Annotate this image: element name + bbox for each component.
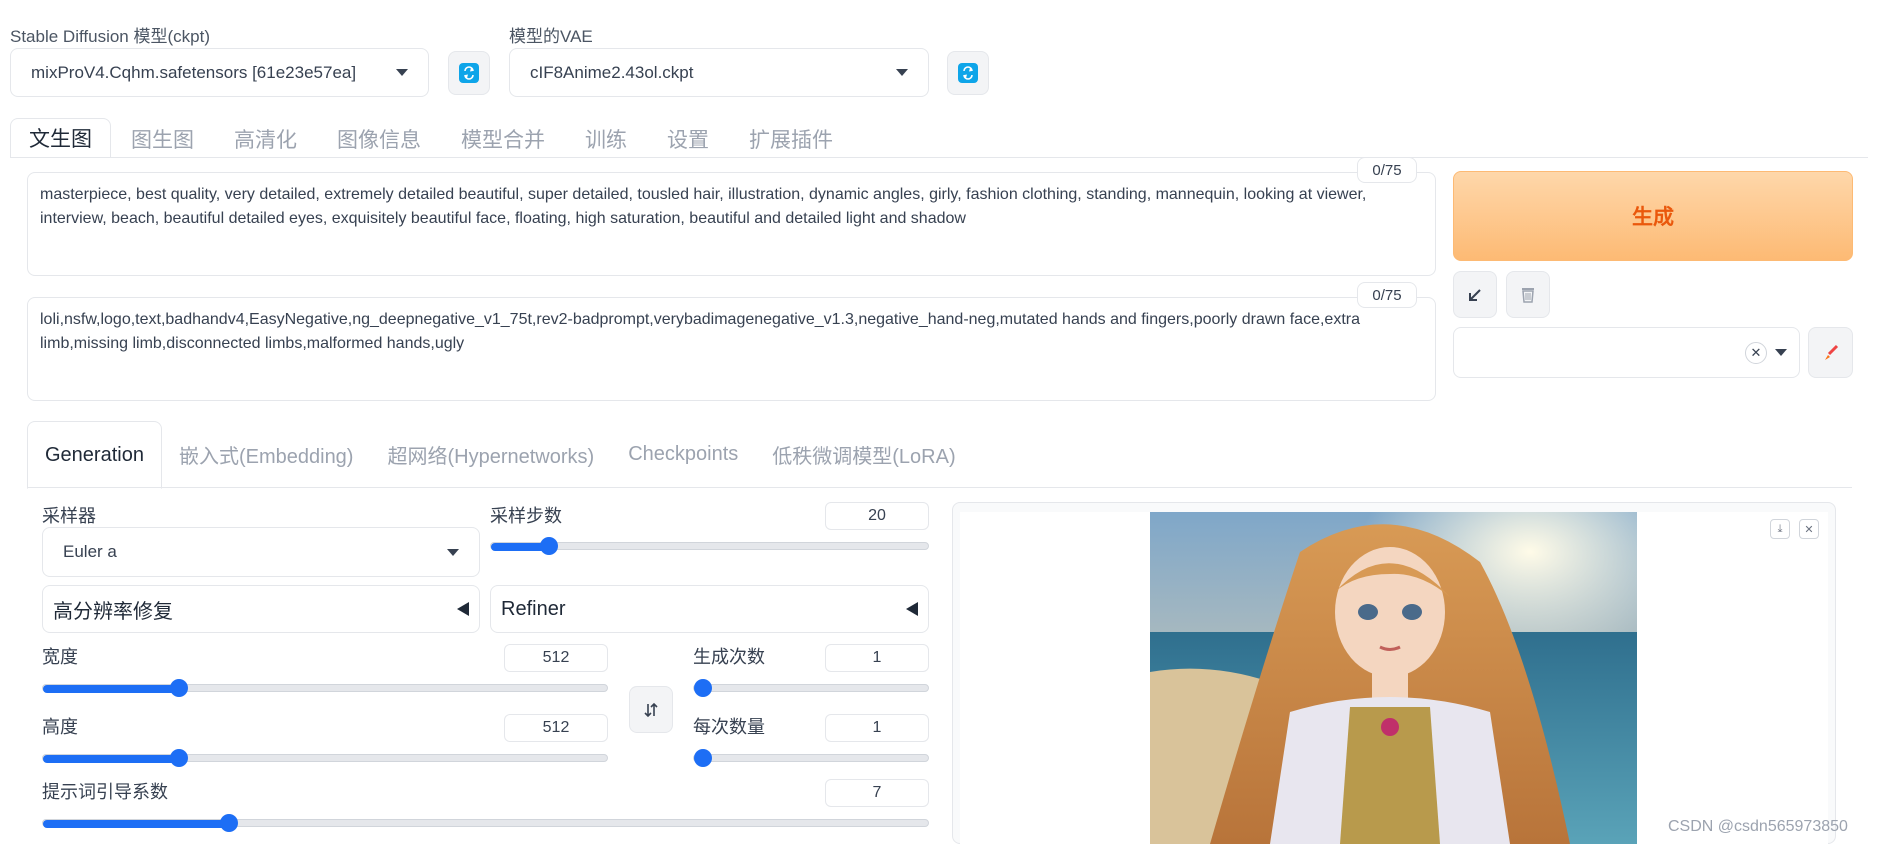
ckpt-dropdown[interactable]: mixProV4.Cqhm.safetensors [61e23e57ea] bbox=[10, 48, 429, 97]
generated-image-art bbox=[1150, 512, 1637, 844]
generate-button[interactable]: 生成 bbox=[1453, 171, 1853, 261]
vae-dropdown[interactable]: cIF8Anime2.43ol.ckpt bbox=[509, 48, 929, 97]
vae-refresh-button[interactable] bbox=[947, 51, 989, 95]
tab-train[interactable]: 训练 bbox=[565, 120, 647, 158]
slider-thumb[interactable] bbox=[169, 749, 188, 767]
chevron-down-icon bbox=[396, 69, 408, 76]
refiner-label: Refiner bbox=[501, 597, 566, 620]
ckpt-value: mixProV4.Cqhm.safetensors [61e23e57ea] bbox=[31, 62, 357, 82]
refresh-icon bbox=[958, 63, 978, 83]
width-slider[interactable] bbox=[42, 679, 608, 697]
tab-merge[interactable]: 模型合并 bbox=[441, 120, 565, 158]
brush-icon bbox=[1824, 344, 1838, 360]
steps-label: 采样步数 bbox=[490, 506, 562, 526]
batch-size-label: 每次数量 bbox=[693, 717, 765, 737]
download-icon[interactable]: ⤓ bbox=[1770, 519, 1790, 539]
hires-fix-label: 高分辨率修复 bbox=[53, 600, 173, 623]
refiner-accordion[interactable]: Refiner bbox=[490, 585, 929, 633]
sampler-value: Euler a bbox=[63, 542, 117, 561]
slider-fill bbox=[43, 820, 230, 828]
chevron-down-icon bbox=[896, 69, 908, 76]
swap-icon bbox=[644, 702, 658, 717]
chevron-down-icon bbox=[447, 548, 459, 556]
tab-generation[interactable]: Generation bbox=[27, 421, 162, 489]
batch-size-slider[interactable] bbox=[693, 749, 929, 767]
slider-fill bbox=[43, 755, 179, 763]
refresh-icon bbox=[459, 63, 479, 83]
prompt-textarea[interactable]: masterpiece, best quality, very detailed… bbox=[27, 172, 1436, 276]
slider-thumb[interactable] bbox=[694, 679, 712, 697]
chevron-down-icon bbox=[1775, 349, 1787, 356]
sampler-dropdown[interactable]: Euler a bbox=[42, 527, 480, 577]
cfg-slider[interactable] bbox=[42, 814, 929, 832]
steps-input[interactable]: 20 bbox=[825, 502, 929, 530]
batch-count-label: 生成次数 bbox=[693, 647, 765, 667]
slider-thumb[interactable] bbox=[694, 749, 712, 767]
read-params-button[interactable] bbox=[1453, 271, 1497, 318]
tab-extensions[interactable]: 扩展插件 bbox=[729, 120, 853, 158]
main-tabs: 文生图 图生图 高清化 图像信息 模型合并 训练 设置 扩展插件 bbox=[10, 118, 853, 158]
close-icon[interactable]: ✕ bbox=[1799, 519, 1819, 539]
slider-thumb[interactable] bbox=[169, 679, 188, 697]
prompt-token-counter: 0/75 bbox=[1357, 157, 1417, 183]
batch-size-input[interactable]: 1 bbox=[825, 714, 929, 742]
tab-divider bbox=[10, 157, 1868, 158]
tab-lora[interactable]: 低秩微调模型(LoRA) bbox=[755, 421, 972, 487]
arrow-down-left-icon bbox=[1469, 288, 1481, 301]
watermark: CSDN @csdn565973850 bbox=[1668, 818, 1848, 835]
ckpt-label: Stable Diffusion 模型(ckpt) bbox=[10, 27, 210, 46]
height-slider[interactable] bbox=[42, 749, 608, 767]
tab-checkpoints[interactable]: Checkpoints bbox=[611, 421, 755, 487]
sub-tab-divider bbox=[27, 487, 1852, 488]
tab-img2img[interactable]: 图生图 bbox=[111, 120, 214, 158]
negative-prompt-token-counter: 0/75 bbox=[1357, 282, 1417, 308]
slider-thumb[interactable] bbox=[220, 814, 239, 832]
clear-icon[interactable]: ✕ bbox=[1745, 341, 1767, 364]
clear-prompt-button[interactable] bbox=[1506, 271, 1550, 318]
vae-value: cIF8Anime2.43ol.ckpt bbox=[530, 62, 694, 82]
width-label: 宽度 bbox=[42, 647, 78, 667]
edit-styles-button[interactable] bbox=[1808, 327, 1853, 378]
tab-png-info[interactable]: 图像信息 bbox=[317, 120, 441, 158]
trash-icon bbox=[1522, 287, 1534, 303]
slider-thumb[interactable] bbox=[540, 537, 559, 555]
tab-embedding[interactable]: 嵌入式(Embedding) bbox=[162, 421, 371, 487]
collapse-icon bbox=[906, 602, 918, 616]
tab-txt2img[interactable]: 文生图 bbox=[10, 118, 111, 158]
collapse-icon bbox=[457, 602, 469, 616]
cfg-label: 提示词引导系数 bbox=[42, 782, 168, 802]
width-input[interactable]: 512 bbox=[504, 644, 608, 672]
slider-fill bbox=[43, 685, 179, 693]
batch-count-input[interactable]: 1 bbox=[825, 644, 929, 672]
steps-slider[interactable] bbox=[490, 537, 929, 555]
vae-label: 模型的VAE bbox=[509, 27, 593, 46]
tab-hypernetworks[interactable]: 超网络(Hypernetworks) bbox=[370, 421, 611, 487]
hires-fix-accordion[interactable]: 高分辨率修复 bbox=[42, 585, 480, 633]
height-label: 高度 bbox=[42, 717, 78, 737]
sampler-label: 采样器 bbox=[42, 506, 96, 526]
generated-image[interactable] bbox=[1150, 512, 1637, 844]
swap-dimensions-button[interactable] bbox=[629, 686, 673, 733]
generation-sub-tabs: Generation 嵌入式(Embedding) 超网络(Hypernetwo… bbox=[27, 421, 973, 489]
styles-dropdown[interactable]: ✕ bbox=[1453, 327, 1800, 378]
height-input[interactable]: 512 bbox=[504, 714, 608, 742]
cfg-input[interactable]: 7 bbox=[825, 779, 929, 807]
ckpt-refresh-button[interactable] bbox=[448, 51, 490, 95]
negative-prompt-textarea[interactable]: loli,nsfw,logo,text,badhandv4,EasyNegati… bbox=[27, 297, 1436, 401]
tab-settings[interactable]: 设置 bbox=[647, 120, 729, 158]
batch-count-slider[interactable] bbox=[693, 679, 929, 697]
tab-extras[interactable]: 高清化 bbox=[214, 120, 317, 158]
